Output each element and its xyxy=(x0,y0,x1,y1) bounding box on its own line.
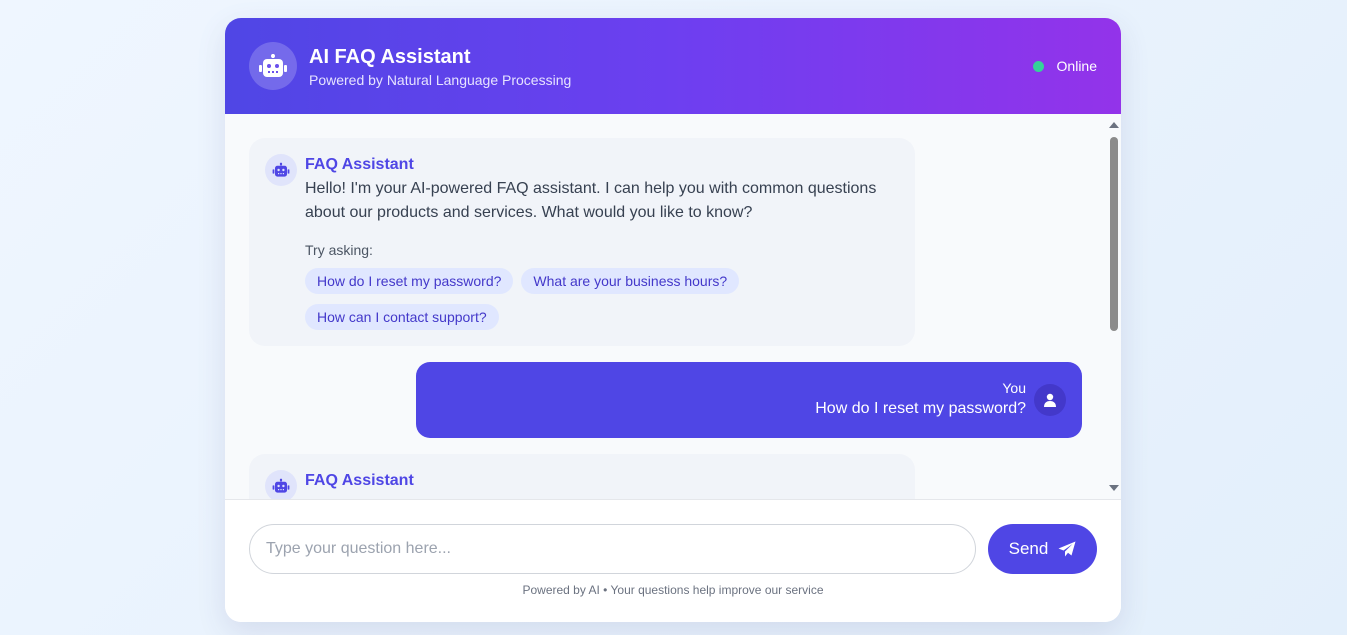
send-button[interactable]: Send xyxy=(988,524,1097,574)
footer-note: Powered by AI • Your questions help impr… xyxy=(522,583,824,597)
assistant-name: FAQ Assistant xyxy=(305,156,414,173)
online-dot-icon xyxy=(1032,60,1044,72)
chat-scrollbar[interactable] xyxy=(1106,114,1121,499)
try-asking-label: Try asking: xyxy=(305,242,373,258)
header-avatar xyxy=(249,42,297,90)
chat-window: AI FAQ Assistant Powered by Natural Lang… xyxy=(225,18,1121,622)
robot-icon xyxy=(272,478,290,493)
status-label: Online xyxy=(1056,58,1097,74)
user-icon xyxy=(1044,393,1056,407)
header-subtitle: Powered by Natural Language Processing xyxy=(309,72,572,88)
assistant-message-text: Hello! I'm your AI-powered FAQ assistant… xyxy=(305,180,877,221)
suggestion-chip[interactable]: How can I contact support? xyxy=(305,304,499,330)
robot-icon xyxy=(272,162,290,177)
scroll-up-arrow-icon[interactable] xyxy=(1109,122,1119,128)
robot-icon xyxy=(259,54,287,77)
assistant-avatar xyxy=(265,154,297,186)
assistant-message: FAQ Assistant xyxy=(249,454,915,499)
scrollbar-thumb[interactable] xyxy=(1110,137,1118,331)
question-input[interactable] xyxy=(249,524,976,574)
suggestion-chip[interactable]: How do I reset my password? xyxy=(305,268,514,294)
assistant-name: FAQ Assistant xyxy=(305,472,414,489)
user-avatar xyxy=(1034,384,1066,416)
assistant-message: FAQ Assistant Hello! I'm your AI-powered… xyxy=(249,138,915,346)
suggestion-chip[interactable]: What are your business hours? xyxy=(521,268,740,294)
scroll-down-arrow-icon[interactable] xyxy=(1109,485,1119,491)
chat-header: AI FAQ Assistant Powered by Natural Lang… xyxy=(225,18,1121,114)
suggestion-list: How do I reset my password? What are you… xyxy=(305,268,785,330)
paper-plane-icon xyxy=(1058,541,1076,557)
status-indicator: Online xyxy=(1032,58,1097,74)
assistant-avatar xyxy=(265,470,297,499)
header-title: AI FAQ Assistant xyxy=(309,46,471,68)
send-label: Send xyxy=(1008,539,1049,558)
input-area: Send Powered by AI • Your questions help… xyxy=(225,499,1121,622)
message-list[interactable]: FAQ Assistant Hello! I'm your AI-powered… xyxy=(225,114,1121,499)
user-message-text: How do I reset my password? xyxy=(815,400,1026,417)
user-message: You How do I reset my password? xyxy=(416,362,1082,438)
user-name: You xyxy=(1002,380,1026,396)
